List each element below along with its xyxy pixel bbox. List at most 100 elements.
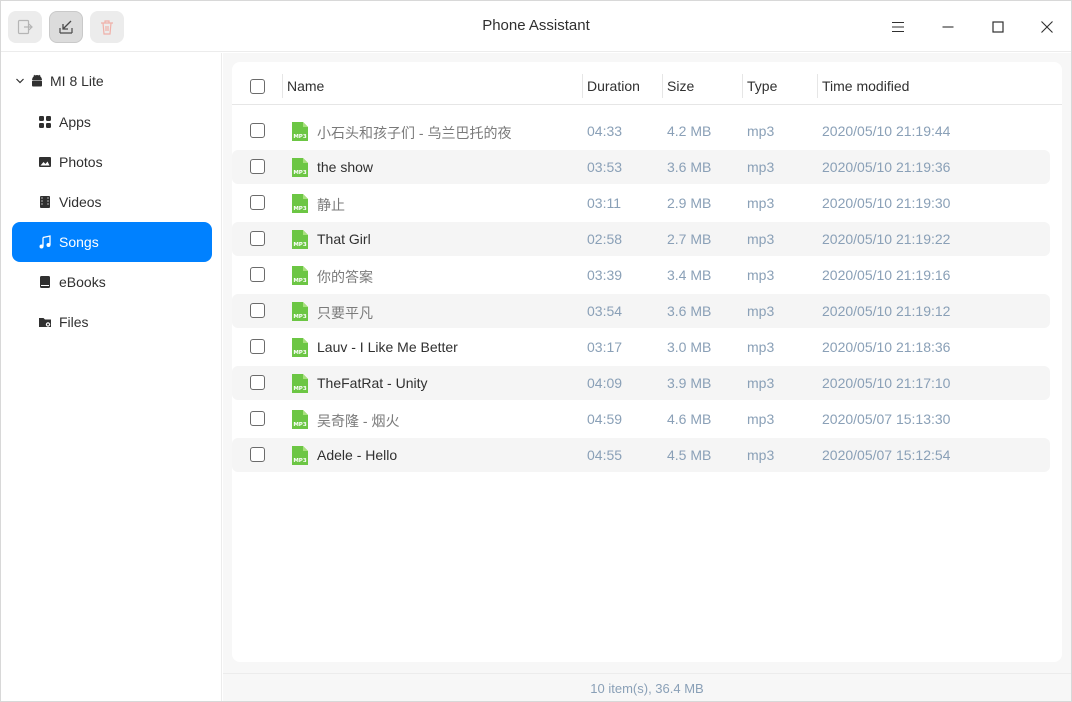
sidebar-item-photos[interactable]: Photos	[12, 142, 212, 182]
song-duration: 03:11	[587, 195, 621, 211]
song-name: the show	[317, 159, 374, 175]
row-checkbox[interactable]	[250, 195, 265, 210]
svg-text:MP3: MP3	[293, 458, 307, 464]
header-time-modified[interactable]: Time modified	[822, 78, 909, 94]
close-button[interactable]	[1033, 13, 1061, 41]
song-type: mp3	[747, 123, 775, 139]
song-name: 你的答案	[317, 269, 373, 285]
svg-text:MP3: MP3	[293, 134, 307, 140]
song-name: TheFatRat - Unity	[317, 375, 428, 391]
table-row[interactable]: MP3 That Girl 02:58 2.7 MB mp3 2020/05/10 21:…	[232, 222, 1050, 256]
song-size: 2.7 MB	[667, 231, 712, 247]
song-duration: 03:39	[587, 267, 623, 283]
menu-button[interactable]	[884, 13, 912, 41]
column-divider[interactable]	[742, 74, 743, 98]
row-checkbox[interactable]	[250, 159, 265, 174]
status-bar: 10 item(s), 36.4 MB	[223, 673, 1071, 701]
table-row[interactable]: MP3 只要平凡 03:54 3.6 MB mp3 2020/05/10 21:19:12	[232, 294, 1050, 328]
header-type[interactable]: Type	[747, 78, 777, 94]
minimize-button[interactable]	[934, 13, 962, 41]
status-summary: 10 item(s), 36.4 MB	[590, 681, 704, 696]
sidebar-item-videos[interactable]: Videos	[12, 182, 212, 222]
table-row[interactable]: MP3 the show 03:53 3.6 MB mp3 2020/05/10 21:1…	[232, 150, 1050, 184]
mp3-file-icon: MP3	[292, 338, 308, 357]
table-row[interactable]: MP3 吴奇隆 - 烟火 04:59 4.6 MB mp3 2020/05/07 15:1…	[232, 402, 1050, 436]
song-time-modified: 2020/05/07 15:12:54	[822, 447, 951, 463]
row-checkbox[interactable]	[250, 411, 265, 426]
sidebar-item-songs[interactable]: Songs	[12, 222, 212, 262]
column-divider[interactable]	[817, 74, 818, 98]
song-time-modified: 2020/05/10 21:19:44	[822, 123, 951, 139]
song-duration: 03:53	[587, 159, 623, 175]
song-time-modified: 2020/05/10 21:19:36	[822, 159, 951, 175]
sidebar-item-label: Apps	[59, 114, 91, 130]
hamburger-icon	[892, 21, 904, 33]
svg-text:MP3: MP3	[293, 386, 307, 392]
table-row[interactable]: MP3 小石头和孩子们 - 乌兰巴托的夜 04:33 4.2 MB mp3 2020/05…	[232, 114, 1050, 148]
column-divider[interactable]	[662, 74, 663, 98]
chevron-down-icon[interactable]	[15, 76, 25, 86]
svg-text:MP3: MP3	[293, 278, 307, 284]
song-time-modified: 2020/05/07 15:13:30	[822, 411, 951, 427]
minimize-icon	[942, 26, 954, 28]
song-duration: 02:58	[587, 231, 623, 247]
song-time-modified: 2020/05/10 21:19:12	[822, 303, 951, 319]
column-divider[interactable]	[282, 74, 283, 98]
column-divider[interactable]	[582, 74, 583, 98]
song-size: 3.6 MB	[667, 303, 712, 319]
song-time-modified: 2020/05/10 21:18:36	[822, 339, 951, 355]
header-duration[interactable]: Duration	[587, 78, 640, 94]
mp3-file-icon: MP3	[292, 374, 308, 393]
song-duration: 04:33	[587, 123, 623, 139]
song-size: 4.2 MB	[667, 123, 712, 139]
folder-icon	[38, 315, 52, 329]
mp3-file-icon: MP3	[292, 446, 308, 465]
row-checkbox[interactable]	[250, 267, 265, 282]
svg-text:MP3: MP3	[293, 422, 307, 428]
song-type: mp3	[747, 375, 775, 391]
song-size: 3.9 MB	[667, 375, 712, 391]
song-time-modified: 2020/05/10 21:19:30	[822, 195, 951, 211]
svg-text:MP3: MP3	[293, 314, 307, 320]
song-type: mp3	[747, 267, 775, 283]
song-size: 3.6 MB	[667, 159, 712, 175]
phone-assistant-window: Phone Assistant MI 8 Lite Apps Photos Vi…	[0, 0, 1072, 702]
sidebar-item-label: eBooks	[59, 274, 106, 290]
mp3-file-icon: MP3	[292, 302, 308, 321]
table-row[interactable]: MP3 静止 03:11 2.9 MB mp3 2020/05/10 21:19:30	[232, 186, 1050, 220]
table-row[interactable]: MP3 Adele - Hello 04:55 4.5 MB mp3 2020/05/07…	[232, 438, 1050, 472]
table-row[interactable]: MP3 TheFatRat - Unity 04:09 3.9 MB mp3 2020/0…	[232, 366, 1050, 400]
song-type: mp3	[747, 339, 775, 355]
song-name: 小石头和孩子们 - 乌兰巴托的夜	[317, 125, 512, 141]
row-checkbox[interactable]	[250, 447, 265, 462]
sidebar-item-apps[interactable]: Apps	[12, 102, 212, 142]
row-checkbox[interactable]	[250, 303, 265, 318]
apps-icon	[38, 115, 52, 129]
device-name: MI 8 Lite	[50, 73, 104, 89]
row-checkbox[interactable]	[250, 123, 265, 138]
table-row[interactable]: MP3 你的答案 03:39 3.4 MB mp3 2020/05/10 21:19:16	[232, 258, 1050, 292]
header-name[interactable]: Name	[287, 78, 324, 94]
title-bar: Phone Assistant	[1, 1, 1071, 52]
maximize-button[interactable]	[984, 13, 1012, 41]
select-all-checkbox[interactable]	[250, 79, 265, 94]
sidebar-item-ebooks[interactable]: eBooks	[12, 262, 212, 302]
song-name: Lauv - I Like Me Better	[317, 339, 458, 355]
song-duration: 03:54	[587, 303, 623, 319]
mp3-file-icon: MP3	[292, 194, 308, 213]
song-type: mp3	[747, 195, 775, 211]
device-node[interactable]: MI 8 Lite	[15, 73, 104, 89]
sidebar-item-files[interactable]: Files	[12, 302, 212, 342]
row-checkbox[interactable]	[250, 375, 265, 390]
table-row[interactable]: MP3 Lauv - I Like Me Better 03:17 3.0 MB mp3…	[232, 330, 1050, 364]
svg-text:MP3: MP3	[293, 170, 307, 176]
row-checkbox[interactable]	[250, 339, 265, 354]
sidebar-item-label: Songs	[59, 234, 99, 250]
maximize-icon	[992, 21, 1004, 33]
mp3-file-icon: MP3	[292, 266, 308, 285]
song-time-modified: 2020/05/10 21:17:10	[822, 375, 951, 391]
header-size[interactable]: Size	[667, 78, 694, 94]
row-checkbox[interactable]	[250, 231, 265, 246]
song-type: mp3	[747, 231, 775, 247]
mp3-file-icon: MP3	[292, 230, 308, 249]
